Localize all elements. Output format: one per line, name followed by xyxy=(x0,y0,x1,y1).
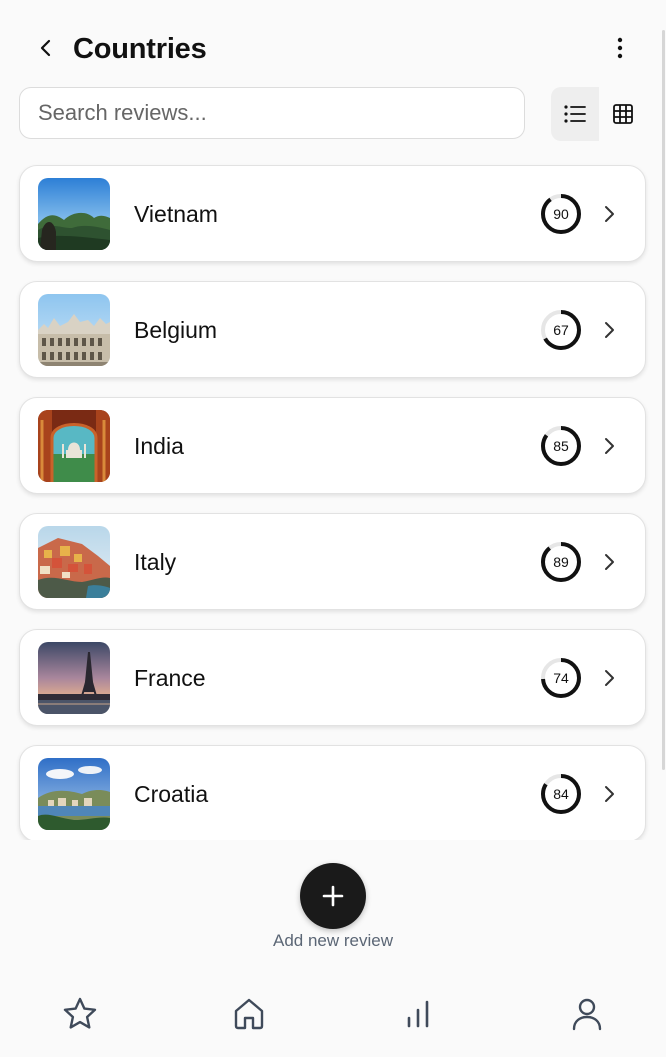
nav-home[interactable] xyxy=(229,994,269,1034)
search-input[interactable] xyxy=(20,88,524,138)
bottom-nav xyxy=(0,980,666,1057)
score-value: 85 xyxy=(553,438,569,454)
country-name: Vietnam xyxy=(134,201,218,227)
score-value: 67 xyxy=(553,322,569,338)
chevron-right-icon[interactable] xyxy=(598,434,620,458)
add-review-label[interactable]: Add new review xyxy=(233,931,433,951)
country-name: Croatia xyxy=(134,781,209,807)
chevron-right-icon[interactable] xyxy=(598,550,620,574)
score-ring: 74 xyxy=(539,656,583,700)
list-view-button[interactable] xyxy=(551,87,599,141)
back-button[interactable] xyxy=(30,32,62,64)
country-thumbnail xyxy=(38,294,110,366)
country-thumbnail xyxy=(38,410,110,482)
score-ring: 89 xyxy=(539,540,583,584)
score-ring: 90 xyxy=(539,192,583,236)
country-name: India xyxy=(134,433,184,459)
country-card[interactable]: France 74 xyxy=(19,629,646,726)
list-icon xyxy=(564,105,586,123)
nav-favorites[interactable] xyxy=(60,994,100,1034)
score-value: 74 xyxy=(553,670,569,686)
country-thumbnail xyxy=(38,642,110,714)
more-vertical-icon xyxy=(617,37,623,59)
bar-chart-icon xyxy=(407,1000,429,1028)
chevron-right-icon[interactable] xyxy=(598,666,620,690)
user-icon xyxy=(572,998,602,1031)
chevron-right-icon[interactable] xyxy=(598,318,620,342)
chevron-right-icon[interactable] xyxy=(598,782,620,806)
country-card[interactable]: Vietnam 90 xyxy=(19,165,646,262)
country-thumbnail xyxy=(38,178,110,250)
chevron-left-icon xyxy=(40,39,51,57)
country-thumbnail xyxy=(38,526,110,598)
score-value: 84 xyxy=(553,786,569,802)
score-ring: 84 xyxy=(539,772,583,816)
add-review-button[interactable] xyxy=(300,863,366,929)
chevron-right-icon[interactable] xyxy=(598,202,620,226)
more-options-button[interactable] xyxy=(604,32,636,64)
country-name: Belgium xyxy=(134,317,218,343)
country-name: Italy xyxy=(134,549,177,575)
score-ring: 85 xyxy=(539,424,583,468)
country-list[interactable]: Vietnam 90 Belgium 67 India 85 Italy 89 … xyxy=(0,160,666,840)
country-card[interactable]: Italy 89 xyxy=(19,513,646,610)
grid-view-button[interactable] xyxy=(599,87,647,141)
app-header: Countries xyxy=(0,0,666,90)
view-toggle xyxy=(551,87,647,141)
grid-icon xyxy=(613,104,633,124)
score-value: 90 xyxy=(553,206,569,222)
score-ring: 67 xyxy=(539,308,583,352)
score-value: 89 xyxy=(553,554,569,570)
plus-icon xyxy=(322,885,344,907)
nav-stats[interactable] xyxy=(398,994,438,1034)
nav-profile[interactable] xyxy=(567,994,607,1034)
country-card[interactable]: India 85 xyxy=(19,397,646,494)
country-card[interactable]: Belgium 67 xyxy=(19,281,646,378)
page-title: Countries xyxy=(73,33,207,65)
country-thumbnail xyxy=(38,758,110,830)
search-box xyxy=(19,87,525,139)
home-icon xyxy=(234,998,264,1030)
country-name: France xyxy=(134,665,206,691)
star-icon xyxy=(63,997,97,1029)
country-card[interactable]: Croatia 84 xyxy=(19,745,646,840)
